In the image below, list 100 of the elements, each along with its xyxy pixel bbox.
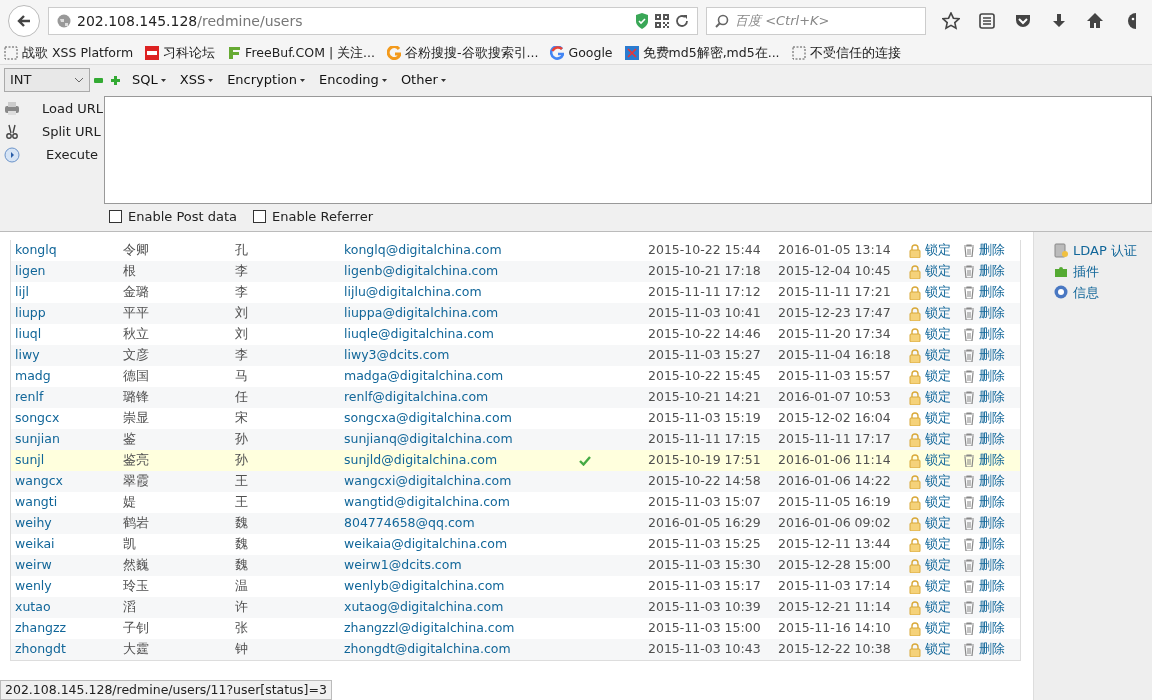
lock-link[interactable]: 锁定 <box>909 430 951 449</box>
plus-icon[interactable] <box>111 75 120 85</box>
search-field[interactable]: 百度 <Ctrl+K> <box>706 7 926 35</box>
action-button[interactable]: Load URL <box>0 97 104 120</box>
lock-link[interactable]: 锁定 <box>909 598 951 617</box>
table-row[interactable]: sunjian 鉴 孙 sunjianq@digitalchina.com 2015-11-11 17:15 2015-11-11 17:17 锁定 删除 <box>11 429 1020 450</box>
delete-link[interactable]: 删除 <box>963 535 1005 554</box>
login-link[interactable]: weirw <box>15 557 52 573</box>
delete-link[interactable]: 删除 <box>963 241 1005 260</box>
login-link[interactable]: liwy <box>15 347 40 363</box>
delete-link[interactable]: 删除 <box>963 346 1005 365</box>
email-link[interactable]: liwy3@dcits.com <box>344 347 450 363</box>
email-link[interactable]: ligenb@digitalchina.com <box>344 263 499 279</box>
action-button[interactable]: Split URL <box>0 120 101 143</box>
email-link[interactable]: zhongdt@digitalchina.com <box>344 641 511 657</box>
lock-link[interactable]: 锁定 <box>909 283 951 302</box>
email-link[interactable]: weirw1@dcits.com <box>344 557 462 573</box>
lock-link[interactable]: 锁定 <box>909 535 951 554</box>
table-row[interactable]: liupp 平平 刘 liuppa@digitalchina.com 2015-11-03 10:41 2015-12-23 17:47 锁定 删除 <box>11 303 1020 324</box>
table-row[interactable]: madg 德国 马 madga@digitalchina.com 2015-10-22 15:45 2015-11-03 15:57 锁定 删除 <box>11 366 1020 387</box>
login-link[interactable]: lijl <box>15 284 29 300</box>
login-link[interactable]: xutao <box>15 599 51 615</box>
table-row[interactable]: konglq 令卿 孔 konglq@digitalchina.com 2015-10-22 15:44 2016-01-05 13:14 锁定 删除 <box>11 240 1020 261</box>
menu[interactable]: XSS <box>179 70 214 90</box>
delete-link[interactable]: 删除 <box>963 304 1005 323</box>
table-row[interactable]: ligen 根 李 ligenb@digitalchina.com 2015-10-21 17:18 2015-12-04 10:45 锁定 删除 <box>11 261 1020 282</box>
lock-link[interactable]: 锁定 <box>909 493 951 512</box>
url-textarea[interactable] <box>104 96 1152 204</box>
email-link[interactable]: sunjld@digitalchina.com <box>344 452 498 468</box>
bookmark[interactable]: 战歌 XSS Platform <box>4 43 134 63</box>
sidebar-link[interactable]: 插件 <box>1054 261 1152 282</box>
qr-code-icon[interactable] <box>655 14 669 28</box>
login-link[interactable]: madg <box>15 368 51 384</box>
email-link[interactable]: 804774658@qq.com <box>344 515 475 531</box>
table-row[interactable]: weikai 凯 魏 weikaia@digitalchina.com 2015-11-03 15:25 2015-12-11 13:44 锁定 删除 <box>11 534 1020 555</box>
table-row[interactable]: liwy 文彦 李 liwy3@dcits.com 2015-11-03 15:27 2015-11-04 16:18 锁定 删除 <box>11 345 1020 366</box>
menu[interactable]: Other <box>400 70 446 90</box>
back-button[interactable] <box>8 5 40 37</box>
login-link[interactable]: ligen <box>15 263 46 279</box>
delete-link[interactable]: 删除 <box>963 598 1005 617</box>
table-row[interactable]: weirw 然巍 魏 weirw1@dcits.com 2015-11-03 15:30 2015-12-28 15:00 锁定 删除 <box>11 555 1020 576</box>
minus-icon[interactable] <box>94 75 103 85</box>
email-link[interactable]: liuqle@digitalchina.com <box>344 326 494 342</box>
delete-link[interactable]: 删除 <box>963 367 1005 386</box>
delete-link[interactable]: 删除 <box>963 430 1005 449</box>
bookmark[interactable]: 不受信任的连接 <box>791 43 901 63</box>
shield-icon[interactable] <box>635 13 649 29</box>
lock-link[interactable]: 锁定 <box>909 640 951 659</box>
address-field[interactable]: 202.108.145.128/redmine/users <box>48 7 698 35</box>
table-row[interactable]: wenly 玲玉 温 wenlyb@digitalchina.com 2015-11-03 15:17 2015-11-03 17:14 锁定 删除 <box>11 576 1020 597</box>
login-link[interactable]: songcx <box>15 410 60 426</box>
sidebar-link[interactable]: 信息 <box>1054 282 1152 303</box>
email-link[interactable]: xutaog@digitalchina.com <box>344 599 504 615</box>
table-row[interactable]: wangti 媞 王 wangtid@digitalchina.com 2015-11-03 15:07 2015-11-05 16:19 锁定 删除 <box>11 492 1020 513</box>
lock-link[interactable]: 锁定 <box>909 451 951 470</box>
lock-link[interactable]: 锁定 <box>909 325 951 344</box>
login-link[interactable]: konglq <box>15 242 57 258</box>
menu[interactable]: SQL <box>132 70 166 90</box>
type-dropdown[interactable]: INT <box>4 68 90 92</box>
login-link[interactable]: wangcx <box>15 473 63 489</box>
bookmark[interactable]: 谷粉搜搜-谷歌搜索引... <box>387 43 539 63</box>
email-link[interactable]: songcxa@digitalchina.com <box>344 410 512 426</box>
email-link[interactable]: renlf@digitalchina.com <box>344 389 489 405</box>
email-link[interactable]: wenlyb@digitalchina.com <box>344 578 505 594</box>
delete-link[interactable]: 删除 <box>963 619 1005 638</box>
login-link[interactable]: weihy <box>15 515 52 531</box>
delete-link[interactable]: 删除 <box>963 472 1005 491</box>
bookmark[interactable]: 习科论坛 <box>145 43 216 63</box>
login-link[interactable]: weikai <box>15 536 55 552</box>
delete-link[interactable]: 删除 <box>963 451 1005 470</box>
delete-link[interactable]: 删除 <box>963 577 1005 596</box>
table-row[interactable]: lijl 金璐 李 lijlu@digitalchina.com 2015-11-11 17:12 2015-11-11 17:21 锁定 删除 <box>11 282 1020 303</box>
login-link[interactable]: liupp <box>15 305 46 321</box>
delete-link[interactable]: 删除 <box>963 640 1005 659</box>
table-row[interactable]: wangcx 翠霞 王 wangcxi@digitalchina.com 2015-10-22 14:58 2016-01-06 14:22 锁定 删除 <box>11 471 1020 492</box>
login-link[interactable]: wenly <box>15 578 52 594</box>
lock-link[interactable]: 锁定 <box>909 346 951 365</box>
email-link[interactable]: wangcxi@digitalchina.com <box>344 473 512 489</box>
checkbox[interactable] <box>253 210 267 224</box>
table-row[interactable]: zhongdt 大霆 钟 zhongdt@digitalchina.com 2015-11-03 10:43 2015-12-22 10:38 锁定 删除 <box>11 639 1020 660</box>
login-link[interactable]: zhangzz <box>15 620 67 636</box>
lock-link[interactable]: 锁定 <box>909 514 951 533</box>
search-input[interactable]: 百度 <Ctrl+K> <box>735 11 915 31</box>
menu[interactable]: Encryption <box>227 70 305 90</box>
login-link[interactable]: zhongdt <box>15 641 66 657</box>
delete-link[interactable]: 删除 <box>963 283 1005 302</box>
reading-list-icon[interactable] <box>978 12 996 30</box>
home-icon[interactable] <box>1086 12 1104 30</box>
star-icon[interactable] <box>942 12 960 30</box>
delete-link[interactable]: 删除 <box>963 325 1005 344</box>
bookmark[interactable]: FreeBuf.COM | 关注... <box>227 43 376 63</box>
email-link[interactable]: konglq@digitalchina.com <box>344 242 502 258</box>
checkbox[interactable] <box>109 210 122 224</box>
login-link[interactable]: sunjl <box>15 452 45 468</box>
lock-link[interactable]: 锁定 <box>909 241 951 260</box>
menu[interactable]: Encoding <box>318 70 387 90</box>
delete-link[interactable]: 删除 <box>963 514 1005 533</box>
email-link[interactable]: lijlu@digitalchina.com <box>344 284 482 300</box>
delete-link[interactable]: 删除 <box>963 262 1005 281</box>
table-row[interactable]: zhangzz 子钊 张 zhangzzl@digitalchina.com 2015-11-03 15:00 2015-11-16 14:10 锁定 删除 <box>11 618 1020 639</box>
